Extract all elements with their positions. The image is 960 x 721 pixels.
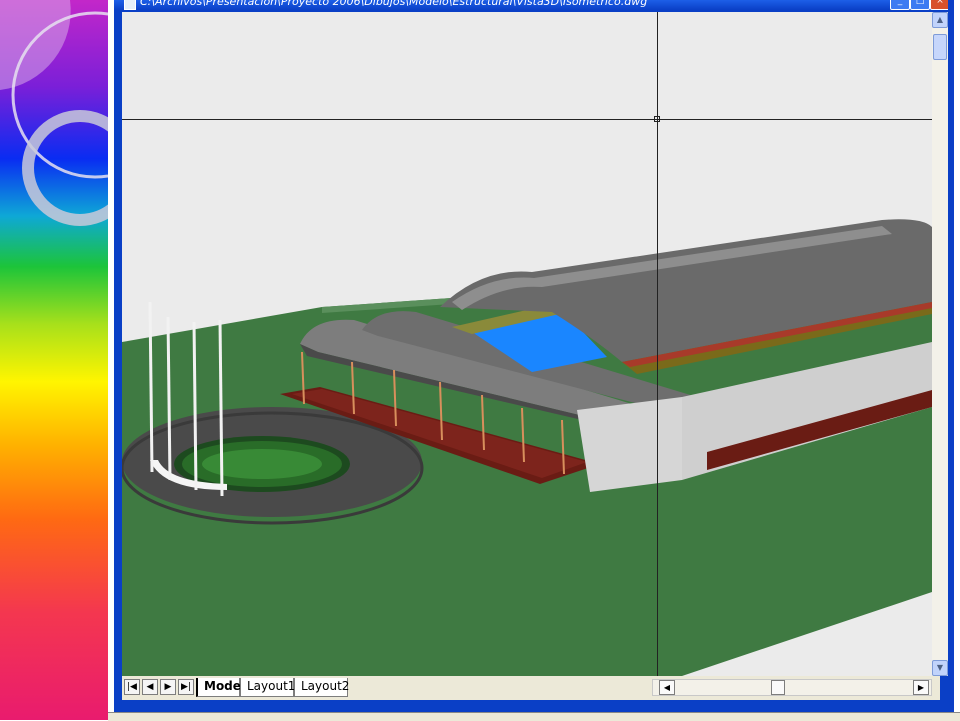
autocad-app-icon[interactable] — [124, 0, 136, 10]
main-building-front-wall — [577, 397, 682, 492]
maximize-button[interactable]: □ — [910, 0, 930, 10]
vertical-scrollbar[interactable]: ▲ ▼ — [932, 12, 948, 676]
flag-pole-3 — [192, 321, 198, 491]
minimize-button[interactable]: _ — [890, 0, 910, 10]
window-title: C:\Archivos\Presentacion\Proyecto 2006\D… — [140, 0, 648, 8]
scroll-down-button[interactable]: ▼ — [932, 660, 948, 676]
slide-rainbow-decoration — [0, 0, 108, 720]
cad-application-window: C:\Archivos\Presentacion\Proyecto 2006\D… — [114, 0, 954, 712]
first-layout-button[interactable]: |◀ — [124, 679, 140, 695]
flag-pole-4 — [218, 319, 224, 497]
drawing-client-area: ▲ ▼ |◀ ◀ ▶ ▶| Model Layout1 Layout2 ◀ ▶ — [122, 12, 948, 700]
tab-layout1[interactable]: Layout1 — [240, 678, 295, 697]
3d-building-render — [122, 219, 932, 676]
crosshair-vertical-line — [657, 12, 658, 676]
flag-pole-1 — [148, 301, 154, 473]
scroll-up-button[interactable]: ▲ — [932, 12, 948, 28]
flag-pole-2 — [166, 316, 172, 481]
close-button[interactable]: × — [930, 0, 948, 10]
model-viewport[interactable] — [122, 12, 932, 676]
crosshair-cursor-icon — [654, 116, 660, 122]
last-layout-button[interactable]: ▶| — [178, 679, 194, 695]
previous-layout-button[interactable]: ◀ — [142, 679, 158, 695]
next-layout-button[interactable]: ▶ — [160, 679, 176, 695]
vertical-scroll-thumb[interactable] — [933, 34, 947, 60]
layout-tabs-bar: |◀ ◀ ▶ ▶| Model Layout1 Layout2 ◀ ▶ — [122, 676, 940, 700]
scroll-right-button[interactable]: ▶ — [913, 680, 929, 695]
tab-layout2[interactable]: Layout2 — [294, 678, 349, 697]
window-titlebar[interactable]: C:\Archivos\Presentacion\Proyecto 2006\D… — [114, 0, 948, 10]
horizontal-scrollbar[interactable]: ◀ ▶ — [652, 679, 932, 696]
plaza-garden-highlight — [202, 449, 322, 479]
rainbow-strip-graphic — [0, 0, 108, 720]
tab-model[interactable]: Model — [196, 678, 245, 697]
horizontal-scroll-thumb[interactable] — [771, 680, 785, 695]
crosshair-horizontal-line — [122, 119, 932, 120]
scroll-left-button[interactable]: ◀ — [659, 680, 675, 695]
